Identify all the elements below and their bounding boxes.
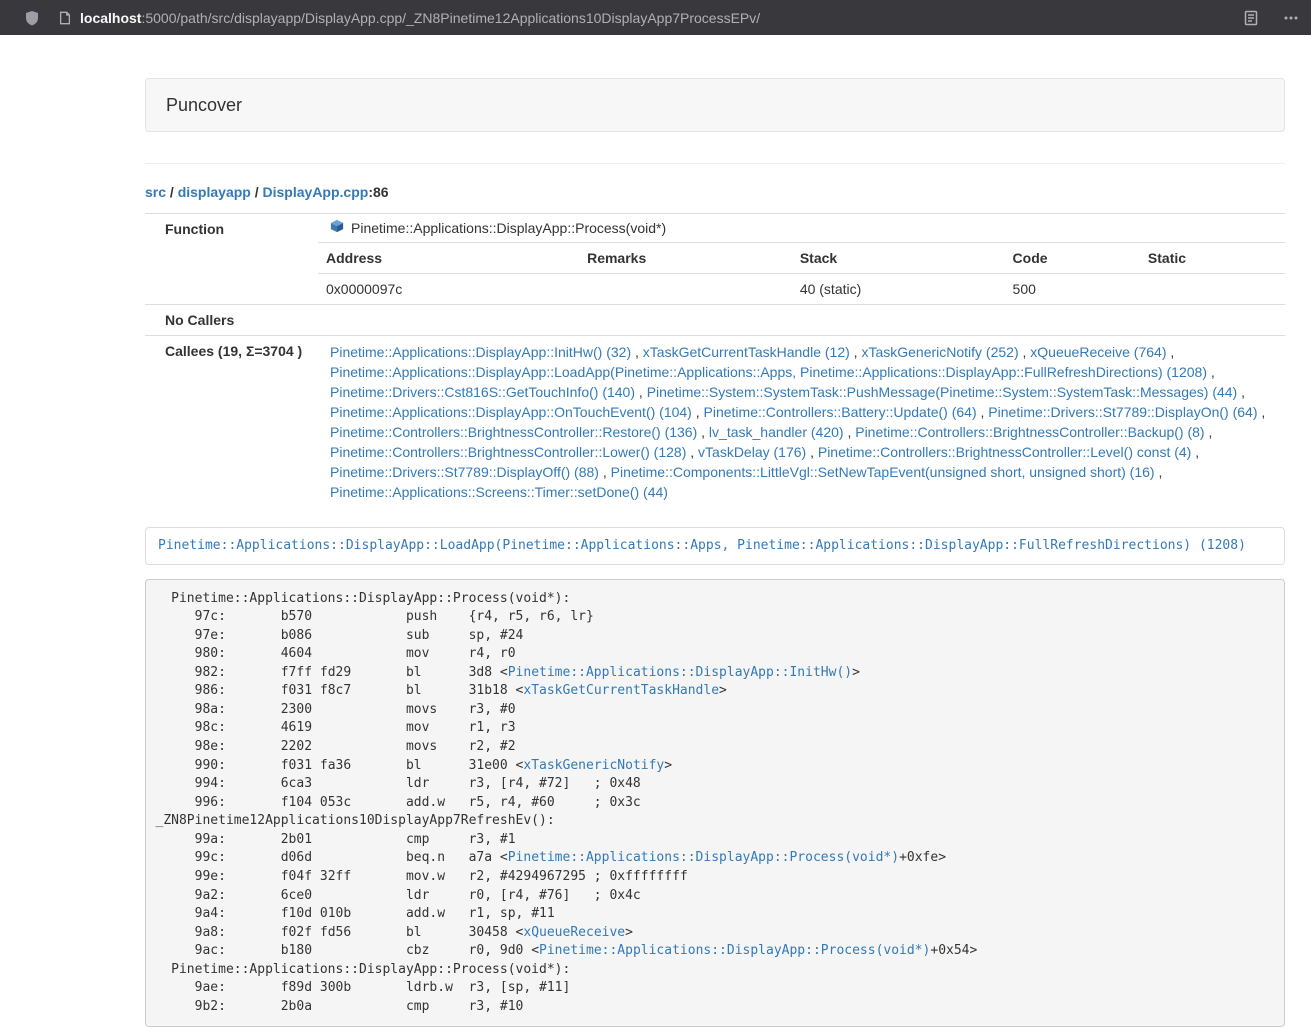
breadcrumb-separator: / xyxy=(251,184,263,200)
page-content: Puncover src / displayapp / DisplayApp.c… xyxy=(145,78,1285,1027)
callee-link[interactable]: Pinetime::Applications::DisplayApp::Init… xyxy=(330,344,631,360)
col-header-code: Code xyxy=(1005,243,1140,274)
callee-link[interactable]: Pinetime::Controllers::Battery::Update()… xyxy=(704,404,977,420)
highlighted-callee-link[interactable]: Pinetime::Applications::DisplayApp::Load… xyxy=(158,538,1246,553)
callee-separator: , xyxy=(631,344,643,360)
breadcrumb-link-displayapp[interactable]: displayapp xyxy=(178,184,251,200)
app-title: Puncover xyxy=(166,95,242,115)
metric-address: 0x0000097c xyxy=(318,274,579,305)
callee-link[interactable]: xQueueReceive (764) xyxy=(1030,344,1166,360)
assembly-listing: Pinetime::Applications::DisplayApp::Proc… xyxy=(145,579,1285,1027)
callees-label: Callees (19, Σ=3704 ) xyxy=(145,336,318,509)
app-title-panel: Puncover xyxy=(145,78,1285,132)
metric-stack: 40 (static) xyxy=(792,274,1005,305)
callee-separator: , xyxy=(697,424,709,440)
callee-link[interactable]: Pinetime::Drivers::Cst816S::GetTouchInfo… xyxy=(330,384,635,400)
callee-separator: , xyxy=(806,444,818,460)
page-info-icon[interactable] xyxy=(58,11,72,25)
metric-static xyxy=(1140,274,1285,305)
shield-icon[interactable] xyxy=(24,10,40,26)
callee-link[interactable]: Pinetime::Components::LittleVgl::SetNewT… xyxy=(611,464,1155,480)
callees-list: Pinetime::Applications::DisplayApp::Init… xyxy=(318,336,1285,509)
assembly-symbol-link[interactable]: xTaskGenericNotify xyxy=(523,758,664,773)
callee-link[interactable]: Pinetime::Controllers::BrightnessControl… xyxy=(818,444,1191,460)
symbol-info-table: Function Pinetime::Applications::Display… xyxy=(145,213,1285,508)
function-row-label: Function xyxy=(145,214,318,305)
callee-separator: , xyxy=(692,404,704,420)
callee-link[interactable]: Pinetime::Drivers::St7789::DisplayOff() … xyxy=(330,464,599,480)
no-callers-cell xyxy=(318,305,1285,336)
assembly-symbol-link[interactable]: xTaskGetCurrentTaskHandle xyxy=(523,683,719,698)
callee-separator: , xyxy=(977,404,989,420)
assembly-symbol-link[interactable]: Pinetime::Applications::DisplayApp::Proc… xyxy=(508,850,899,865)
breadcrumb-separator: / xyxy=(166,184,178,200)
callee-separator: , xyxy=(1258,404,1266,420)
callee-separator: , xyxy=(844,424,856,440)
no-callers-row: No Callers xyxy=(145,305,1285,336)
highlighted-callee-box: Pinetime::Applications::DisplayApp::Load… xyxy=(145,527,1285,565)
function-icon xyxy=(330,219,344,237)
browser-chrome: localhost:5000/path/src/displayapp/Displ… xyxy=(0,0,1311,35)
metrics-table: Address Remarks Stack Code Static 0x0000… xyxy=(318,242,1285,304)
function-line: Pinetime::Applications::DisplayApp::Proc… xyxy=(318,214,1285,242)
breadcrumb: src / displayapp / DisplayApp.cpp:86 xyxy=(145,182,1285,202)
callee-link[interactable]: Pinetime::Controllers::BrightnessControl… xyxy=(330,424,697,440)
col-header-static: Static xyxy=(1140,243,1285,274)
breadcrumb-link-file[interactable]: DisplayApp.cpp xyxy=(263,184,369,200)
callee-link[interactable]: Pinetime::Applications::DisplayApp::OnTo… xyxy=(330,404,692,420)
callee-separator: , xyxy=(635,384,647,400)
callee-separator: , xyxy=(850,344,862,360)
callee-separator: , xyxy=(1237,384,1245,400)
breadcrumb-line-number: :86 xyxy=(368,184,388,200)
no-callers-label: No Callers xyxy=(145,305,318,336)
reader-view-icon[interactable] xyxy=(1243,10,1259,26)
callee-link[interactable]: lv_task_handler (420) xyxy=(709,424,844,440)
metric-code: 500 xyxy=(1005,274,1140,305)
metric-remarks xyxy=(579,274,792,305)
col-header-address: Address xyxy=(318,243,579,274)
assembly-symbol-link[interactable]: Pinetime::Applications::DisplayApp::Proc… xyxy=(539,943,930,958)
callee-separator: , xyxy=(599,464,611,480)
col-header-stack: Stack xyxy=(792,243,1005,274)
callee-separator: , xyxy=(1205,424,1213,440)
callee-separator: , xyxy=(1166,344,1174,360)
divider xyxy=(145,163,1285,164)
callee-separator: , xyxy=(686,444,698,460)
callee-separator: , xyxy=(1207,364,1215,380)
callee-link[interactable]: xTaskGetCurrentTaskHandle (12) xyxy=(643,344,850,360)
breadcrumb-link-src[interactable]: src xyxy=(145,184,166,200)
assembly-symbol-link[interactable]: Pinetime::Applications::DisplayApp::Init… xyxy=(508,665,852,680)
callee-separator: , xyxy=(1155,464,1163,480)
callee-link[interactable]: xTaskGenericNotify (252) xyxy=(861,344,1018,360)
callee-separator: , xyxy=(1019,344,1031,360)
function-row: Function Pinetime::Applications::Display… xyxy=(145,214,1285,305)
col-header-remarks: Remarks xyxy=(579,243,792,274)
callee-link[interactable]: Pinetime::System::SystemTask::PushMessag… xyxy=(647,384,1238,400)
callee-link[interactable]: Pinetime::Applications::Screens::Timer::… xyxy=(330,484,668,500)
metrics-header-row: Address Remarks Stack Code Static xyxy=(318,243,1285,274)
callee-link[interactable]: Pinetime::Controllers::BrightnessControl… xyxy=(855,424,1204,440)
page-actions-menu-icon[interactable] xyxy=(1283,10,1299,26)
callee-link[interactable]: Pinetime::Controllers::BrightnessControl… xyxy=(330,444,686,460)
callees-row: Callees (19, Σ=3704 ) Pinetime::Applicat… xyxy=(145,336,1285,509)
metrics-value-row: 0x0000097c 40 (static) 500 xyxy=(318,274,1285,305)
callee-separator: , xyxy=(1191,444,1199,460)
url-text[interactable]: localhost:5000/path/src/displayapp/Displ… xyxy=(80,10,760,26)
url-path: :5000/path/src/displayapp/DisplayApp.cpp… xyxy=(141,10,760,26)
url-host: localhost xyxy=(80,10,141,26)
callee-link[interactable]: Pinetime::Applications::DisplayApp::Load… xyxy=(330,364,1207,380)
assembly-symbol-link[interactable]: xQueueReceive xyxy=(523,925,625,940)
function-name: Pinetime::Applications::DisplayApp::Proc… xyxy=(351,219,666,237)
callee-link[interactable]: Pinetime::Drivers::St7789::DisplayOn() (… xyxy=(988,404,1257,420)
callee-link[interactable]: vTaskDelay (176) xyxy=(698,444,806,460)
